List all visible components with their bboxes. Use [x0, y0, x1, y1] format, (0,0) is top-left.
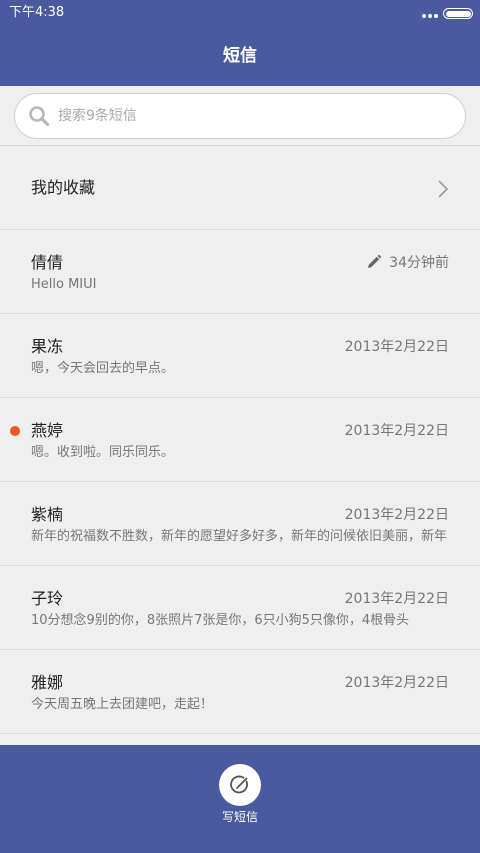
contact-name: 倩倩: [31, 253, 64, 272]
battery-icon: [443, 8, 473, 19]
compose-label: 写短信: [221, 810, 258, 824]
contact-name: 果冻: [31, 337, 64, 356]
contact-name: 雅娜: [31, 673, 64, 692]
status-bar: 下午4:38: [0, 0, 480, 26]
unread-dot-icon: [10, 426, 20, 436]
message-time: 2013年2月22日: [344, 339, 449, 355]
search-input[interactable]: [58, 104, 438, 128]
conversation-item[interactable]: 果冻 2013年2月22日 嗯，今天会回去的早点。: [0, 314, 480, 398]
contact-name: 燕婷: [31, 421, 64, 440]
message-time: 2013年2月22日: [344, 675, 449, 691]
message-time: 34分钟前: [389, 255, 449, 271]
status-time: 下午4:38: [9, 5, 65, 20]
favorites-label: 我的收藏: [31, 178, 96, 197]
conversation-item[interactable]: 子玲 2013年2月22日 10分想念9别的你，8张照片7张是你，6只小狗5只像…: [0, 566, 480, 650]
conversation-item[interactable]: 紫楠 2013年2月22日 新年的祝福数不胜数，新年的愿望好多好多，新年的问候依…: [0, 482, 480, 566]
title-bar: 短信: [0, 26, 480, 86]
bottom-bar: 写短信: [0, 745, 480, 853]
search-box[interactable]: [14, 93, 466, 139]
search-icon: [29, 106, 50, 127]
message-preview: Hello MIUI: [31, 277, 97, 292]
conversation-item[interactable]: 燕婷 2013年2月22日 嗯。收到啦。同乐同乐。: [0, 398, 480, 482]
favorites-row[interactable]: 我的收藏: [0, 146, 480, 230]
message-preview: 今天周五晚上去团建吧，走起！: [31, 697, 214, 712]
more-dots-icon: [422, 14, 438, 18]
draft-pencil-icon: [368, 254, 382, 268]
message-time: 2013年2月22日: [344, 423, 449, 439]
message-preview: 新年的祝福数不胜数，新年的愿望好多好多，新年的问候依旧美丽，新年: [31, 529, 448, 544]
message-preview: 10分想念9别的你，8张照片7张是你，6只小狗5只像你，4根骨头: [31, 613, 410, 628]
page-title: 短信: [223, 46, 257, 66]
message-time: 2013年2月22日: [344, 591, 449, 607]
search-area: [0, 86, 480, 146]
compose-icon: [230, 775, 248, 794]
message-time: 2013年2月22日: [344, 507, 449, 523]
chevron-right-icon: [438, 180, 449, 198]
contact-name: 子玲: [31, 589, 64, 608]
compose-button[interactable]: [219, 764, 261, 806]
message-preview: 嗯。收到啦。同乐同乐。: [31, 445, 175, 460]
conversation-item[interactable]: 雅娜 2013年2月22日 今天周五晚上去团建吧，走起！: [0, 650, 480, 734]
conversation-list: 我的收藏 倩倩 34分钟前 Hello MIUI 果冻 2013年2月22日 嗯…: [0, 146, 480, 734]
conversation-item[interactable]: 倩倩 34分钟前 Hello MIUI: [0, 230, 480, 314]
message-preview: 嗯，今天会回去的早点。: [31, 361, 175, 376]
contact-name: 紫楠: [31, 505, 64, 524]
